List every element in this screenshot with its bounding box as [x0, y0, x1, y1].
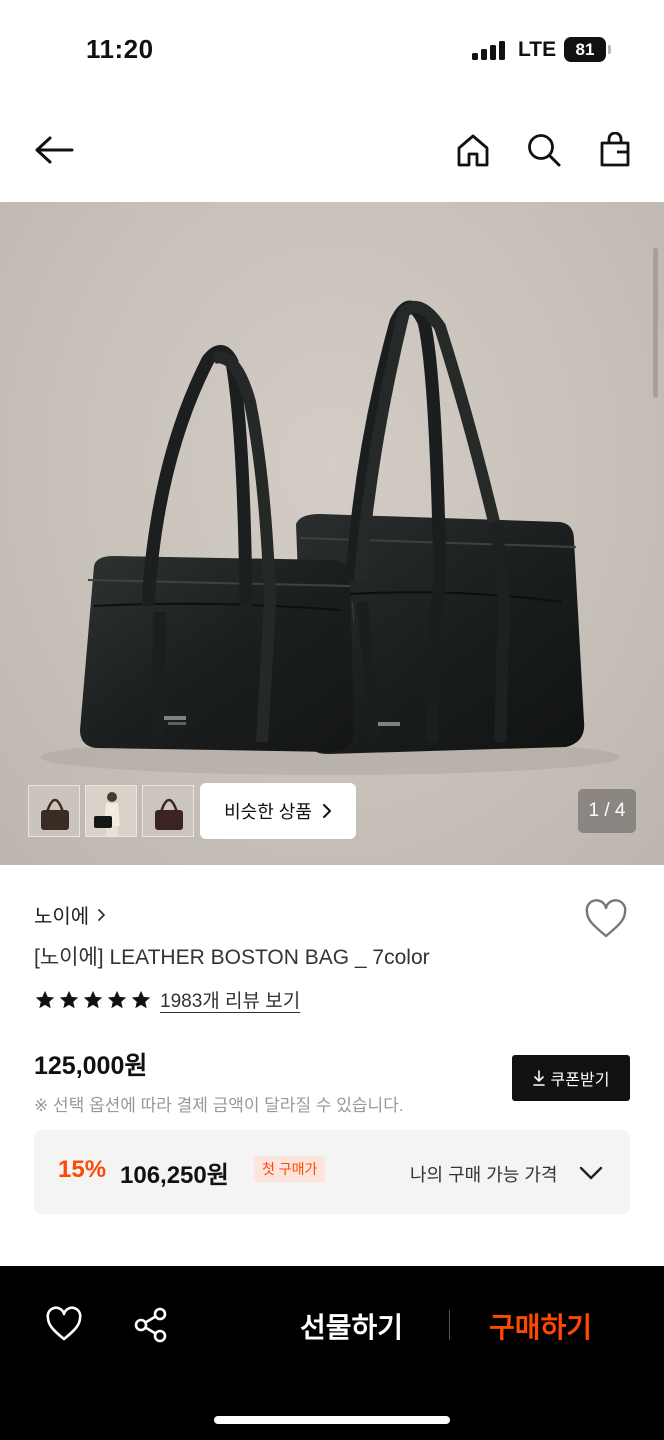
- product-title: [노이에] LEATHER BOSTON BAG _ 7color: [34, 946, 430, 969]
- battery-icon: 81: [564, 37, 606, 62]
- model-thumbnail[interactable]: [85, 785, 137, 837]
- similar-products-label: 비슷한 상품: [224, 802, 312, 822]
- buy-button[interactable]: 구매하기: [489, 1306, 592, 1346]
- discount-rate: 15%: [58, 1156, 107, 1183]
- heart-icon[interactable]: [584, 898, 628, 942]
- network-label: LTE: [518, 38, 557, 61]
- home-indicator: [214, 1416, 450, 1424]
- share-icon[interactable]: [132, 1306, 170, 1344]
- star-icon: [131, 990, 151, 1008]
- search-icon[interactable]: [524, 130, 564, 170]
- first-purchase-badge: 첫 구매가: [254, 1156, 326, 1182]
- back-arrow-icon[interactable]: [34, 130, 74, 170]
- coupon-button[interactable]: 쿠폰받기: [512, 1055, 630, 1101]
- star-icon: [59, 990, 79, 1008]
- shopping-bag-icon[interactable]: [595, 130, 635, 170]
- discount-price: 106,250원: [120, 1162, 229, 1189]
- star-icon: [35, 990, 55, 1008]
- divider: [449, 1310, 450, 1340]
- available-price-label: 나의 구매 가능 가격: [410, 1165, 558, 1185]
- star-icon: [107, 990, 127, 1008]
- status-time: 11:20: [86, 34, 154, 64]
- signal-icon: [472, 40, 508, 60]
- chevron-right-icon: [98, 908, 106, 921]
- brand-link[interactable]: 노이에: [34, 900, 106, 929]
- star-rating: [34, 989, 152, 1011]
- gift-button[interactable]: 선물하기: [300, 1306, 403, 1346]
- price-note: ※ 선택 옵션에 따라 결제 금액이 달라질 수 있습니다.: [34, 1096, 404, 1115]
- similar-products-button[interactable]: 비슷한 상품: [200, 783, 356, 839]
- review-link[interactable]: 1983개 리뷰 보기: [160, 986, 300, 1013]
- home-icon[interactable]: [453, 130, 493, 170]
- heart-icon[interactable]: [45, 1306, 83, 1344]
- bag-thumbnail-1[interactable]: [28, 785, 80, 837]
- coupon-label: 쿠폰받기: [550, 1072, 610, 1089]
- product-image-gallery[interactable]: 비슷한 상품 1 / 4: [0, 202, 664, 865]
- scrollbar[interactable]: [653, 248, 658, 398]
- product-price: 125,000원: [34, 1052, 148, 1080]
- product-image: [40, 300, 620, 775]
- brand-name: 노이에: [34, 906, 90, 928]
- chevron-down-icon[interactable]: [578, 1160, 604, 1186]
- bottom-action-bar: 선물하기 구매하기: [0, 1266, 664, 1440]
- download-icon: [532, 1070, 545, 1086]
- status-bar: 11:20 LTE 81: [0, 0, 664, 100]
- star-icon: [83, 990, 103, 1008]
- chevron-right-icon: [322, 804, 331, 818]
- page-indicator: 1 / 4: [578, 789, 636, 833]
- discount-price-box[interactable]: 15% 106,250원 첫 구매가 나의 구매 가능 가격: [34, 1130, 630, 1214]
- battery-tip: [608, 45, 611, 54]
- rating-row: 1983개 리뷰 보기: [34, 986, 300, 1013]
- top-nav: [0, 110, 664, 190]
- bag-thumbnail-2[interactable]: [142, 785, 194, 837]
